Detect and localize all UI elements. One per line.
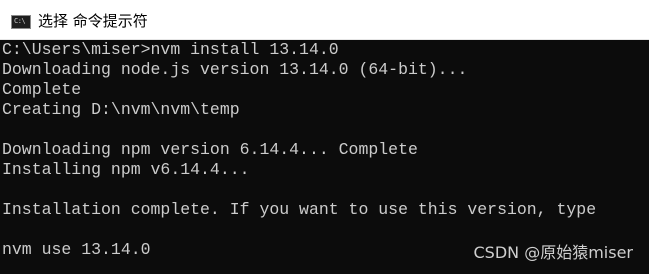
console-output[interactable]: C:\Users\miser>nvm install 13.14.0 Downl…: [0, 40, 649, 274]
console-line: Installing npm v6.14.4...: [2, 160, 250, 179]
command-prompt-window: C:\ 选择 命令提示符 C:\Users\miser>nvm install …: [0, 0, 649, 274]
console-line: Creating D:\nvm\nvm\temp: [2, 100, 240, 119]
console-line: C:\Users\miser>nvm install 13.14.0: [2, 40, 339, 59]
csdn-watermark: CSDN @原始猿miser: [473, 243, 634, 262]
title-bar[interactable]: C:\ 选择 命令提示符: [0, 0, 649, 40]
console-line: Downloading node.js version 13.14.0 (64-…: [2, 60, 468, 79]
cmd-prompt-icon-glyph: C:\: [14, 17, 26, 25]
console-line: Downloading npm version 6.14.4... Comple…: [2, 140, 418, 159]
console-line: Complete: [2, 80, 82, 99]
console-line: nvm use 13.14.0: [2, 240, 151, 259]
cmd-prompt-icon: C:\: [11, 15, 31, 29]
console-line: Installation complete. If you want to us…: [2, 200, 597, 219]
window-title: 选择 命令提示符: [38, 12, 148, 30]
